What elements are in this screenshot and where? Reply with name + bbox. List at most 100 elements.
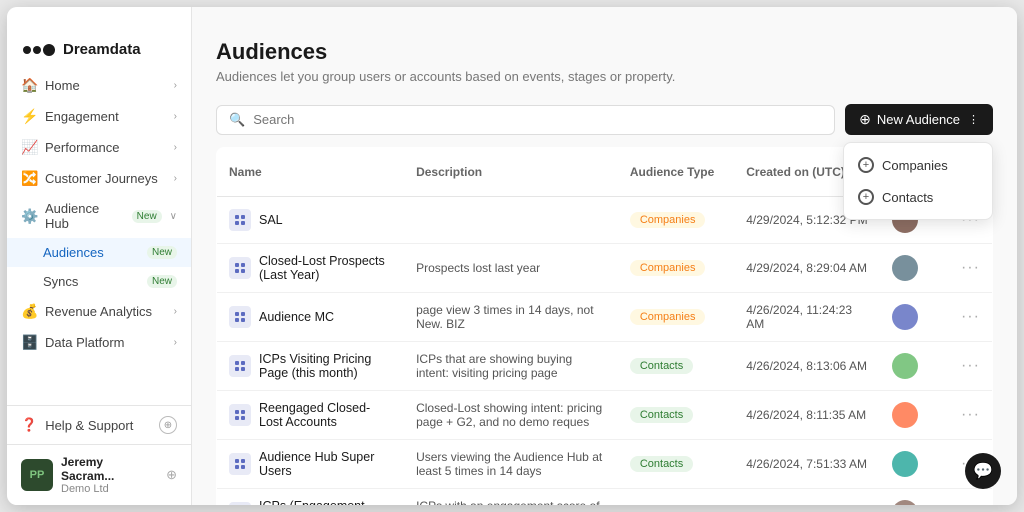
sidebar-item-engagement[interactable]: ⚡ Engagement › (7, 101, 191, 132)
audience-type-badge: Contacts (630, 456, 693, 472)
created-at-text: 4/26/2024, 8:13:06 AM (746, 359, 867, 373)
creator-avatar (892, 353, 918, 379)
logo-dot-small2 (33, 46, 41, 54)
search-icon: 🔍 (229, 112, 245, 128)
chevron-icon: › (174, 111, 177, 122)
cell-name: SAL (217, 197, 405, 244)
chevron-icon: ∨ (170, 211, 177, 222)
user-name: Jeremy Sacram... (61, 455, 158, 483)
search-input[interactable] (253, 112, 822, 127)
audience-name-text: Reengaged Closed-Lost Accounts (259, 401, 392, 429)
cell-created-on: 4/26/2024, 11:24:23 AM (734, 293, 880, 342)
syncs-badge: New (147, 275, 177, 288)
audience-name-cell: Reengaged Closed-Lost Accounts (229, 401, 392, 429)
audience-name-cell: Audience MC (229, 306, 392, 328)
table-row: Reengaged Closed-Lost Accounts Closed-Lo… (217, 391, 993, 440)
description-text: Closed-Lost showing intent: pricing page… (416, 401, 602, 429)
cell-description (404, 197, 618, 244)
audience-type-badge: Contacts (630, 407, 693, 423)
row-actions-button[interactable]: ··· (961, 308, 980, 325)
cell-created-on: 4/26/2024, 7:51:33 AM (734, 440, 880, 489)
cell-audience-type: Contacts (618, 489, 734, 506)
creator-avatar (892, 255, 918, 281)
audience-icon (229, 404, 251, 426)
row-actions-button[interactable]: ··· (961, 504, 980, 505)
created-at-text: 4/26/2024, 7:51:33 AM (746, 457, 867, 471)
cell-actions: ··· (949, 489, 993, 506)
sidebar-item-home[interactable]: 🏠 Home › (7, 70, 191, 101)
row-actions-button[interactable]: ··· (961, 406, 980, 423)
audience-type-badge: Companies (630, 309, 706, 325)
chevron-icon: › (174, 306, 177, 317)
cell-description: Users viewing the Audience Hub at least … (404, 440, 618, 489)
audience-hub-badge: New (132, 210, 162, 223)
cell-actions: ··· (949, 391, 993, 440)
dropdown-item-contacts[interactable]: Contacts (844, 181, 992, 213)
audience-name-cell: Closed-Lost Prospects (Last Year) (229, 254, 392, 282)
plus-icon: ⊕ (859, 111, 871, 128)
main-content: Audiences Audiences let you group users … (192, 7, 1017, 505)
sidebar-item-revenue-analytics[interactable]: 💰 Revenue Analytics › (7, 296, 191, 327)
cell-audience-type: Contacts (618, 440, 734, 489)
audience-icon (229, 453, 251, 475)
audience-name-cell: Audience Hub Super Users (229, 450, 392, 478)
cell-name: Audience Hub Super Users (217, 440, 405, 489)
revenue-icon: 💰 (21, 303, 37, 320)
sidebar-item-data-platform[interactable]: 🗄️ Data Platform › (7, 327, 191, 358)
audience-type-badge: Companies (630, 212, 706, 228)
audience-icon (229, 257, 251, 279)
help-support[interactable]: ❓ Help & Support ⊕ (7, 406, 191, 444)
page-header: Audiences Audiences let you group users … (192, 7, 1017, 96)
user-settings-icon[interactable]: ⊕ (166, 467, 177, 483)
contacts-circle-icon (858, 189, 874, 205)
sidebar-item-audiences[interactable]: Audiences New (7, 238, 191, 267)
dropdown-contacts-label: Contacts (882, 190, 933, 205)
syncs-label: Syncs (43, 274, 141, 289)
cell-created-by (880, 244, 949, 293)
data-platform-label: Data Platform (45, 335, 166, 350)
companies-circle-icon (858, 157, 874, 173)
audience-name-text: Audience MC (259, 310, 334, 324)
row-actions-button[interactable]: ··· (961, 259, 980, 276)
cell-actions: ··· (949, 244, 993, 293)
sidebar-logo: Dreamdata (7, 25, 191, 70)
sidebar-item-performance[interactable]: 📈 Performance › (7, 132, 191, 163)
cell-name: Reengaged Closed-Lost Accounts (217, 391, 405, 440)
cell-description: Prospects lost last year (404, 244, 618, 293)
cell-created-on: 4/29/2024, 8:29:04 AM (734, 244, 880, 293)
cell-created-on: 4/26/2024, 8:13:06 AM (734, 342, 880, 391)
col-header-name: Name (217, 148, 405, 197)
description-text: ICPs that are showing buying intent: vis… (416, 352, 572, 380)
help-label: Help & Support (45, 418, 133, 433)
description-text: ICPs with an engagement score of more th… (416, 499, 599, 505)
description-text: Prospects lost last year (416, 261, 540, 275)
cell-audience-type: Contacts (618, 342, 734, 391)
new-audience-button[interactable]: ⊕ New Audience ⋮ (845, 104, 993, 135)
cell-name: Closed-Lost Prospects (Last Year) (217, 244, 405, 293)
creator-avatar (892, 402, 918, 428)
audiences-badge: New (147, 246, 177, 259)
sidebar: Dreamdata 🏠 Home › ⚡ Engagement › 📈 Perf… (7, 7, 192, 505)
cell-created-by (880, 293, 949, 342)
user-info: Jeremy Sacram... Demo Ltd (61, 455, 158, 495)
sidebar-item-customer-journeys[interactable]: 🔀 Customer Journeys › (7, 163, 191, 194)
user-profile[interactable]: PP Jeremy Sacram... Demo Ltd ⊕ (7, 444, 191, 505)
cell-audience-type: Companies (618, 244, 734, 293)
chat-bubble[interactable]: 💬 (965, 453, 1001, 489)
sidebar-item-performance-label: Performance (45, 140, 166, 155)
sidebar-item-audience-hub[interactable]: ⚙️ Audience Hub New ∨ (7, 194, 191, 238)
dropdown-item-companies[interactable]: Companies (844, 149, 992, 181)
page-title: Audiences (216, 39, 993, 65)
search-box[interactable]: 🔍 (216, 105, 835, 135)
cell-audience-type: Companies (618, 293, 734, 342)
created-at-text: 4/29/2024, 8:29:04 AM (746, 261, 867, 275)
data-platform-icon: 🗄️ (21, 334, 37, 351)
table-row: Closed-Lost Prospects (Last Year) Prospe… (217, 244, 993, 293)
cell-name: ICPs Visiting Pricing Page (this month) (217, 342, 405, 391)
table-row: Audience MC page view 3 times in 14 days… (217, 293, 993, 342)
sidebar-item-syncs[interactable]: Syncs New (7, 267, 191, 296)
engagement-icon: ⚡ (21, 108, 37, 125)
cell-description: ICPs that are showing buying intent: vis… (404, 342, 618, 391)
chevron-icon: › (174, 173, 177, 184)
row-actions-button[interactable]: ··· (961, 357, 980, 374)
